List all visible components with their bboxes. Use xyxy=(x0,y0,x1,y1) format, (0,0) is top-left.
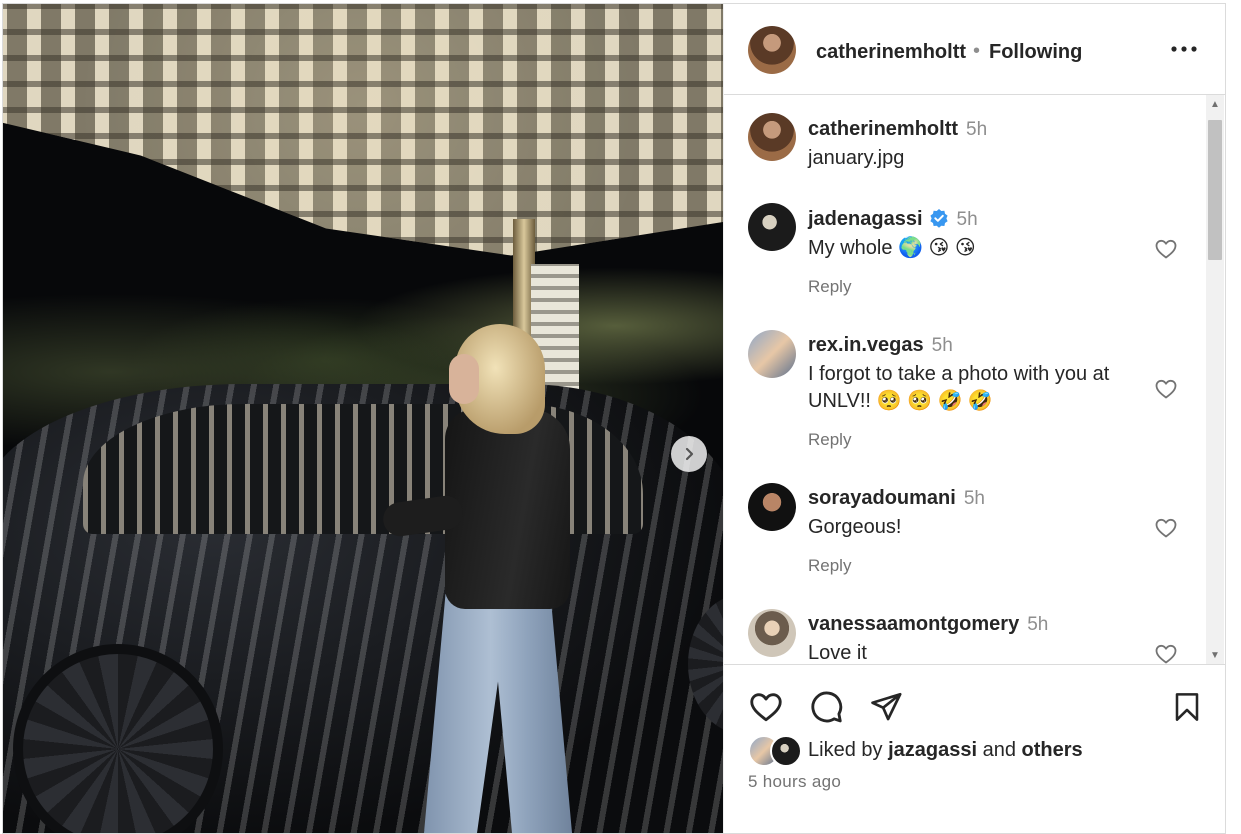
liker-username[interactable]: jazagassi xyxy=(888,739,977,761)
comment-time: 5h xyxy=(931,335,953,356)
comment-avatar[interactable] xyxy=(748,203,796,251)
header-separator: • xyxy=(973,40,981,62)
comment-time: 5h xyxy=(966,119,988,140)
scroll-down-arrow-icon[interactable]: ▼ xyxy=(1206,646,1224,664)
comment-avatar[interactable] xyxy=(748,483,796,531)
comment-avatar[interactable] xyxy=(748,113,796,161)
scrollbar-thumb[interactable] xyxy=(1208,120,1222,260)
verified-badge-icon xyxy=(929,209,948,228)
comment-time: 5h xyxy=(963,488,985,509)
post-side-panel: catherinemholtt • Following catherinemho… xyxy=(723,4,1225,833)
reply-button[interactable]: Reply xyxy=(808,430,851,450)
comment-username-text[interactable]: sorayadoumani xyxy=(808,487,956,509)
following-button[interactable]: Following xyxy=(989,41,1082,64)
post-photo xyxy=(3,4,723,833)
comment-username[interactable]: rex.in.vegas 5h xyxy=(808,334,953,357)
comment-username[interactable]: vanessaamontgomery 5h xyxy=(808,613,1048,636)
liker-avatar[interactable] xyxy=(770,735,802,767)
comment-like-heart-icon[interactable] xyxy=(1154,642,1178,664)
comment-text: I forgot to take a photo with you at UNL… xyxy=(808,363,1110,412)
paper-plane-icon xyxy=(871,692,902,721)
save-button[interactable] xyxy=(1167,687,1207,727)
post-timestamp[interactable]: 5 hours ago xyxy=(748,772,841,792)
liked-by-conjunction: and xyxy=(982,739,1016,761)
photo-person xyxy=(381,324,583,833)
photo-canopy-grid xyxy=(3,4,723,256)
comment-bubble-icon xyxy=(811,691,843,723)
comment-time: 5h xyxy=(1027,614,1049,635)
comment-text: Love it xyxy=(808,642,867,664)
photo-person-jeans xyxy=(423,594,573,833)
more-options-button[interactable] xyxy=(1164,29,1204,69)
heart-icon xyxy=(750,693,782,722)
comment-username-text[interactable]: jadenagassi xyxy=(808,208,923,230)
comment-text: Gorgeous! xyxy=(808,516,902,538)
comment-username-text[interactable]: vanessaamontgomery xyxy=(808,613,1019,635)
comment-like-heart-icon[interactable] xyxy=(1154,237,1178,261)
chevron-right-icon xyxy=(685,447,694,461)
liked-by-prefix: Liked by xyxy=(808,739,883,761)
reply-button[interactable]: Reply xyxy=(808,556,851,576)
comment-text: january.jpg xyxy=(808,147,905,169)
liked-by-text: Liked by jazagassi and others xyxy=(808,739,1083,762)
photo-person-jacket xyxy=(445,409,570,609)
author-username[interactable]: catherinemholtt xyxy=(816,41,966,64)
comment-like-heart-icon[interactable] xyxy=(1154,516,1178,540)
photo-person-face xyxy=(449,354,479,404)
post-modal: catherinemholtt • Following catherinemho… xyxy=(2,3,1226,834)
likes-others-link[interactable]: others xyxy=(1022,739,1083,761)
more-options-icon xyxy=(1171,46,1197,52)
comment-username[interactable]: sorayadoumani 5h xyxy=(808,487,985,510)
comment-username[interactable]: catherinemholtt 5h xyxy=(808,118,987,141)
post-actions: Liked by jazagassi and others 5 hours ag… xyxy=(724,664,1225,833)
comment-time: 5h xyxy=(956,209,978,230)
comment-username-text[interactable]: rex.in.vegas xyxy=(808,334,924,356)
scroll-up-arrow-icon[interactable]: ▲ xyxy=(1206,95,1224,113)
author-avatar[interactable] xyxy=(748,26,796,74)
post-header: catherinemholtt • Following xyxy=(724,4,1225,95)
comment-button[interactable] xyxy=(806,687,846,727)
like-button[interactable] xyxy=(746,687,786,727)
comment-text: My whole 🌍 😘 😘 xyxy=(808,237,976,259)
share-button[interactable] xyxy=(866,687,906,727)
comment-username-text[interactable]: catherinemholtt xyxy=(808,118,958,140)
next-photo-button[interactable] xyxy=(671,436,707,472)
comments-list: catherinemholtt 5h january.jpg jadenagass… xyxy=(724,95,1204,664)
bookmark-icon xyxy=(1175,693,1199,721)
comment-like-heart-icon[interactable] xyxy=(1154,377,1178,401)
reply-button[interactable]: Reply xyxy=(808,277,851,297)
comments-scrollbar[interactable]: ▲ ▼ xyxy=(1206,95,1224,664)
comment-avatar[interactable] xyxy=(748,330,796,378)
comment-avatar[interactable] xyxy=(748,609,796,657)
comment-username[interactable]: jadenagassi 5h xyxy=(808,208,978,231)
